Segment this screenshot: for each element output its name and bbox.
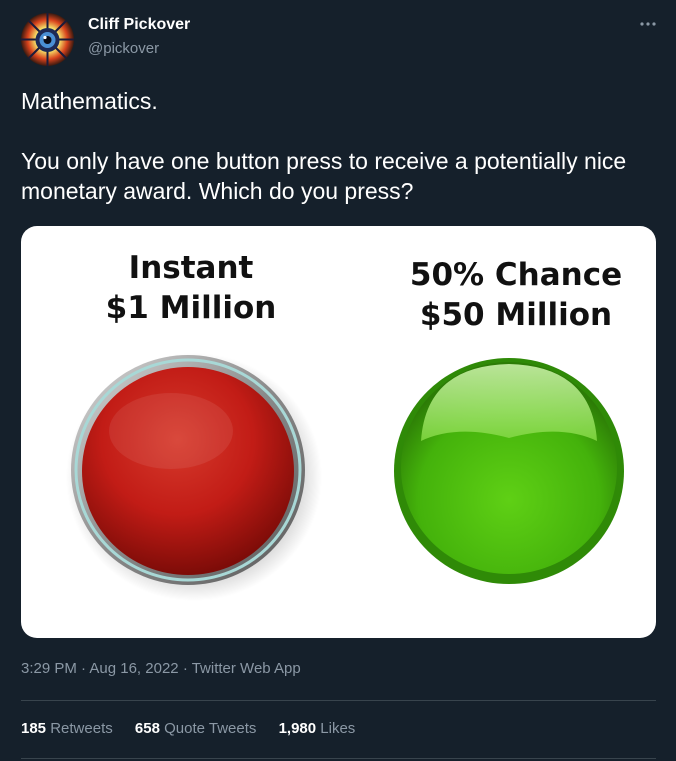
retweets-stat[interactable]: 185 Retweets <box>21 720 117 737</box>
option-instant-label: Instant $1 Million <box>81 248 301 328</box>
tweet-media-image[interactable]: Instant $1 Million 50% Chance $50 Millio… <box>21 226 656 638</box>
option-chance-line2: $50 Million <box>419 297 613 333</box>
tweet-line-1: Mathematics. <box>21 88 158 114</box>
quote-tweets-stat[interactable]: 658 Quote Tweets <box>135 720 261 737</box>
tweet-meta: 3:29 PM · Aug 16, 2022 · Twitter Web App <box>21 660 301 677</box>
quote-tweets-count: 658 <box>134 720 160 737</box>
avatar[interactable] <box>21 13 74 66</box>
likes-count: 1,980 <box>278 720 317 737</box>
retweets-count: 185 <box>21 720 47 737</box>
option-chance-line1: 50% Chance <box>409 257 623 293</box>
option-instant-line2: $1 Million <box>105 290 277 326</box>
likes-stat[interactable]: 1,980 Likes <box>279 720 356 737</box>
meta-separator: · <box>182 660 188 677</box>
retweets-label: Retweets <box>50 720 113 737</box>
meta-separator: · <box>81 660 87 677</box>
divider <box>21 700 656 701</box>
tweet-stats: 185 Retweets 658 Quote Tweets 1,980 Like… <box>21 720 373 737</box>
author-name[interactable]: Cliff Pickover <box>88 16 190 34</box>
tweet-time[interactable]: 3:29 PM <box>21 660 77 677</box>
tweet: Cliff Pickover @pickover Mathematics. Yo… <box>0 0 676 761</box>
more-horizontal-icon <box>640 22 656 26</box>
green-button <box>394 358 624 584</box>
fractal-eye-avatar-icon <box>21 13 74 66</box>
red-button <box>66 353 322 601</box>
divider <box>21 758 656 759</box>
option-chance-label: 50% Chance $50 Million <box>381 255 651 335</box>
option-instant-line1: Instant <box>128 250 254 286</box>
quote-tweets-label: Quote Tweets <box>164 720 257 737</box>
tweet-source[interactable]: Twitter Web App <box>192 660 301 677</box>
author-handle[interactable]: @pickover <box>88 40 159 57</box>
tweet-date[interactable]: Aug 16, 2022 <box>89 660 178 677</box>
more-button[interactable] <box>634 12 662 36</box>
tweet-text: Mathematics. You only have one button pr… <box>21 86 661 206</box>
likes-label: Likes <box>320 720 356 737</box>
tweet-line-2: You only have one button press to receiv… <box>21 148 627 204</box>
